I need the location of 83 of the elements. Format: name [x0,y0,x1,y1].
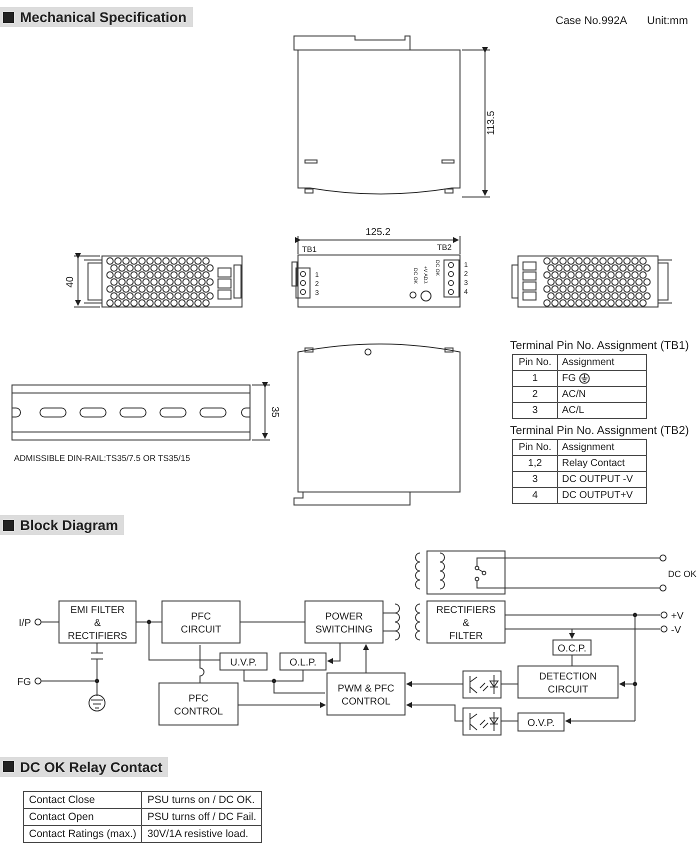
table-cell: 3 [512,472,558,488]
capacitor-icon [90,652,104,659]
terminal-block-label: TB2 [437,243,452,252]
diagram-block: U.V.P. [220,652,268,670]
dimension-line [252,382,270,440]
table-cell: 3 [512,402,558,418]
terminal-label: FG [17,676,31,688]
wire [40,621,60,622]
terminal-label: DC OK [668,568,697,578]
wire [406,702,464,721]
table-header: Pin No. [512,440,558,456]
wire [406,680,464,686]
section-title: DC OK Relay Contact [20,758,162,774]
dimension-label: 35 [269,406,280,418]
optocoupler-icon [462,670,502,698]
terminal-icon [34,618,42,625]
wire [500,720,518,721]
diagram-block: DETECTION CIRCUIT [518,665,618,698]
wire [327,642,340,664]
table-cell: Relay Contact [558,456,646,472]
table-header: Assignment [558,354,646,370]
table-cell: 4 [512,488,558,504]
table-cell: Contact Close [24,792,142,808]
diagram-block: PFC CIRCUIT [162,600,240,643]
diagram-block: RECTIFIERS & FILTER [426,600,506,643]
diagram-block: PWM & PFC CONTROL [326,672,406,715]
transformer-icon [382,603,420,640]
table-title: Terminal Pin No. Assignment (TB2) [510,425,690,437]
dimension-label: 113.5 [486,110,497,136]
wire [500,683,518,684]
diagram-block: O.C.P. [552,639,592,655]
diagram-block: PFC CONTROL [158,682,238,725]
table-cell: 1 [512,370,558,386]
table-cell: AC/L [558,402,646,418]
junction-dot [632,681,638,686]
table-cell: PSU turns on / DC OK. [142,792,262,808]
ground-icon [578,372,590,384]
diagram-block: EMI FILTER & RECTIFIERS [58,600,136,643]
terminal-label: +V [671,610,684,622]
diagram-block: O.L.P. [280,652,326,670]
table-cell: 1,2 [512,456,558,472]
diagram-block: O.V.P. [518,712,564,731]
junction-dot [94,678,100,683]
table-header: Pin No. [512,354,558,370]
diagram-block: POWER SWITCHING [304,600,384,643]
table-cell: 2 [512,386,558,402]
terminal-icon [34,677,42,684]
terminal-label: -V [671,624,681,636]
table-cell: DC OUTPUT+V [558,488,646,504]
terminal-icon [660,554,666,561]
table-cell: 30V/1A resistive load. [142,826,262,842]
unit-label: Unit:mm [647,15,688,27]
table-cell: AC/N [558,386,646,402]
section-title: Mechanical Specification [20,9,186,25]
table-cell: Contact Open [24,808,142,826]
wire [96,642,98,653]
table-cell: DC OUTPUT -V [558,472,646,488]
optocoupler-icon [462,707,502,735]
dimension-label: 125.2 [365,227,391,238]
wire [244,669,304,681]
junction-dot [146,619,152,624]
junction-dot [632,612,638,617]
bullet-icon [3,520,14,530]
wire [240,621,306,622]
rail-note: ADMISSIBLE DIN-RAIL:TS35/7.5 OR TS35/15 [14,453,190,463]
terminal-block-label: TB1 [302,245,317,254]
wire [274,680,326,693]
table-cell: Contact Ratings (max.) [24,826,142,842]
terminal-icon [660,584,666,591]
bullet-icon [3,12,14,22]
terminal-label: I/P [18,618,31,628]
table-cell: PSU turns off / DC Fail. [142,808,262,826]
section-title: Block Diagram [20,517,118,533]
ground-icon [88,694,106,711]
dimension-label: 40 [65,276,76,288]
junction-dot [272,678,276,683]
case-number: Case No.992A [556,15,628,27]
wire [363,644,369,673]
bullet-icon [3,761,14,772]
table-title: Terminal Pin No. Assignment (TB1) [510,340,690,352]
table-cell: FG [558,370,646,386]
dimension-line [74,253,100,308]
table-header: Assignment [558,440,646,456]
